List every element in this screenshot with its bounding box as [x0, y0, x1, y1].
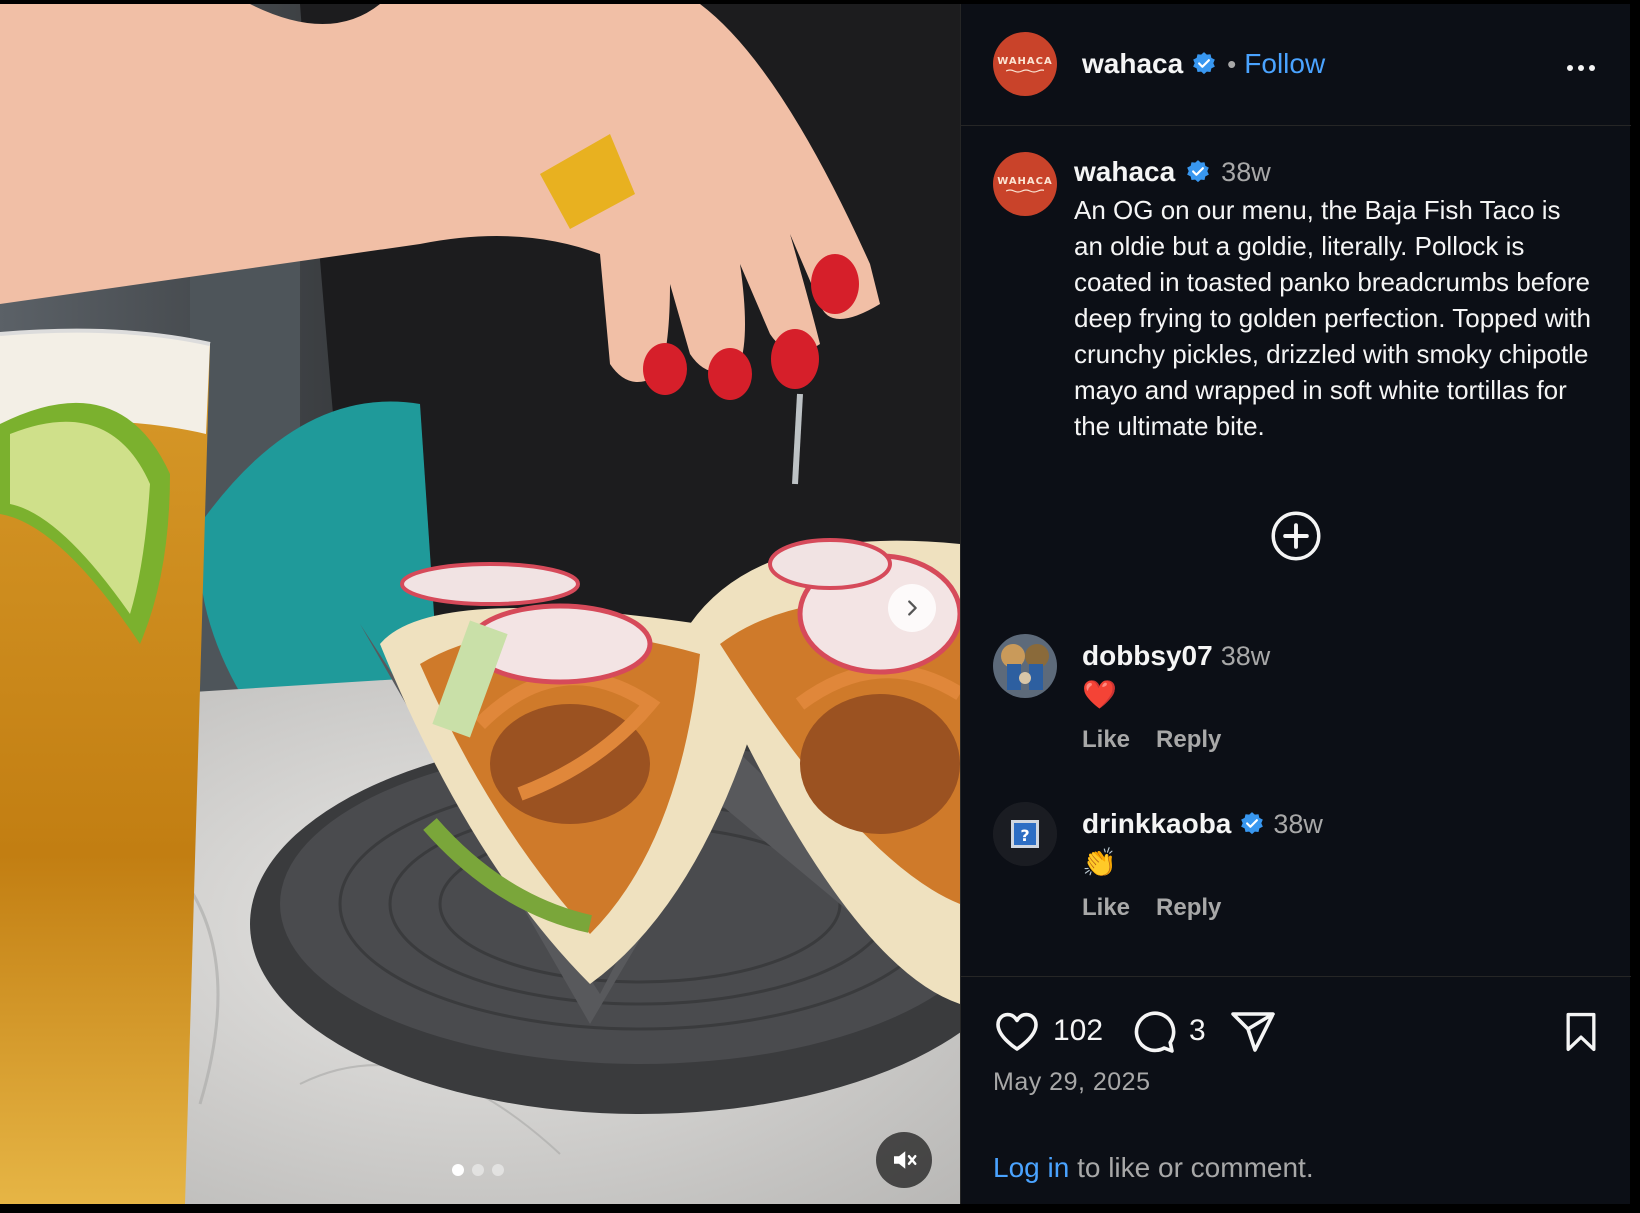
- commenter-avatar-image: [993, 634, 1057, 698]
- heart-icon[interactable]: [993, 1008, 1041, 1056]
- share-icon[interactable]: [1229, 1008, 1277, 1056]
- verified-icon: [1187, 160, 1210, 183]
- taco-photo: [0, 4, 960, 1204]
- post-side-panel: WAHACA wahaca • Follow WAHACA wahaca 38w…: [960, 4, 1631, 1204]
- bookmark-icon[interactable]: [1559, 1008, 1603, 1056]
- comment-username[interactable]: dobbsy07: [1082, 640, 1213, 672]
- comment-timestamp[interactable]: 38w: [1221, 641, 1271, 672]
- comment-reply-button[interactable]: Reply: [1156, 894, 1221, 922]
- verified-icon: [1241, 812, 1264, 835]
- actions-divider: [961, 976, 1631, 977]
- author-line: wahaca • Follow: [1082, 48, 1325, 80]
- chevron-right-icon: [908, 600, 917, 616]
- caption-header: wahaca 38w: [1074, 156, 1271, 188]
- comments-count[interactable]: 3: [1189, 1014, 1206, 1048]
- likes-count[interactable]: 102: [1053, 1014, 1103, 1048]
- comment-timestamp[interactable]: 38w: [1273, 809, 1323, 840]
- mute-icon: [894, 1151, 917, 1169]
- carousel-dot: [492, 1164, 504, 1176]
- comment-reply-button[interactable]: Reply: [1156, 726, 1221, 754]
- comment-username[interactable]: drinkkaoba: [1082, 808, 1231, 840]
- comment-actions: Like Reply: [1082, 726, 1221, 754]
- separator-dot: •: [1227, 48, 1237, 79]
- comment-icon[interactable]: [1129, 1008, 1177, 1056]
- comment-text: 👏: [1082, 847, 1117, 878]
- plus-circle-icon[interactable]: [1270, 510, 1322, 562]
- avatar-logo-text: WAHACA: [997, 175, 1053, 187]
- caption-author-avatar[interactable]: WAHACA: [993, 152, 1057, 216]
- comment-header: drinkkaoba 38w: [1082, 808, 1323, 840]
- comment-item: dobbsy07 38w ❤️ Like Reply: [993, 634, 1593, 764]
- comment-header: dobbsy07 38w: [1082, 640, 1270, 672]
- svg-text:?: ?: [1020, 826, 1029, 845]
- follow-button[interactable]: Follow: [1244, 48, 1325, 80]
- verified-icon: [1193, 52, 1216, 75]
- login-prompt-text: to like or comment.: [1069, 1152, 1314, 1183]
- carousel-dot: [452, 1164, 464, 1176]
- post-header: WAHACA wahaca • Follow: [961, 4, 1631, 126]
- post-action-bar: 102 3: [993, 1004, 1603, 1060]
- caption-timestamp[interactable]: 38w: [1221, 157, 1271, 188]
- post-media[interactable]: [0, 4, 960, 1204]
- comment-like-button[interactable]: Like: [1082, 726, 1130, 754]
- login-prompt: Log in to like or comment.: [993, 1152, 1314, 1184]
- more-icon: [1578, 65, 1584, 71]
- caption-username[interactable]: wahaca: [1074, 156, 1175, 188]
- more-icon: [1567, 65, 1573, 71]
- wave-icon: [1006, 188, 1044, 193]
- post-date[interactable]: May 29, 2025: [993, 1068, 1151, 1097]
- author-username[interactable]: wahaca: [1082, 48, 1183, 80]
- carousel-indicator: [452, 1164, 504, 1176]
- avatar-logo-text: WAHACA: [997, 55, 1053, 67]
- instagram-post-window: WAHACA wahaca • Follow WAHACA wahaca 38w…: [0, 0, 1640, 1213]
- wave-icon: [1006, 68, 1044, 73]
- carousel-dot: [472, 1164, 484, 1176]
- more-icon: [1589, 65, 1595, 71]
- comment-actions: Like Reply: [1082, 894, 1221, 922]
- author-avatar[interactable]: WAHACA: [993, 32, 1057, 96]
- commenter-avatar[interactable]: [993, 634, 1057, 698]
- commenter-avatar[interactable]: ?: [993, 802, 1057, 866]
- comment-item: ? drinkkaoba 38w 👏 Like Reply: [993, 802, 1593, 932]
- comment-text: ❤️: [1082, 679, 1117, 710]
- placeholder-image-icon: ?: [993, 802, 1057, 866]
- login-link[interactable]: Log in: [993, 1152, 1069, 1183]
- comment-like-button[interactable]: Like: [1082, 894, 1130, 922]
- more-options-button[interactable]: [1555, 48, 1607, 88]
- caption-text: An OG on our menu, the Baja Fish Taco is…: [1074, 195, 1591, 441]
- mute-button[interactable]: [876, 1132, 932, 1188]
- carousel-next-button[interactable]: [888, 584, 936, 632]
